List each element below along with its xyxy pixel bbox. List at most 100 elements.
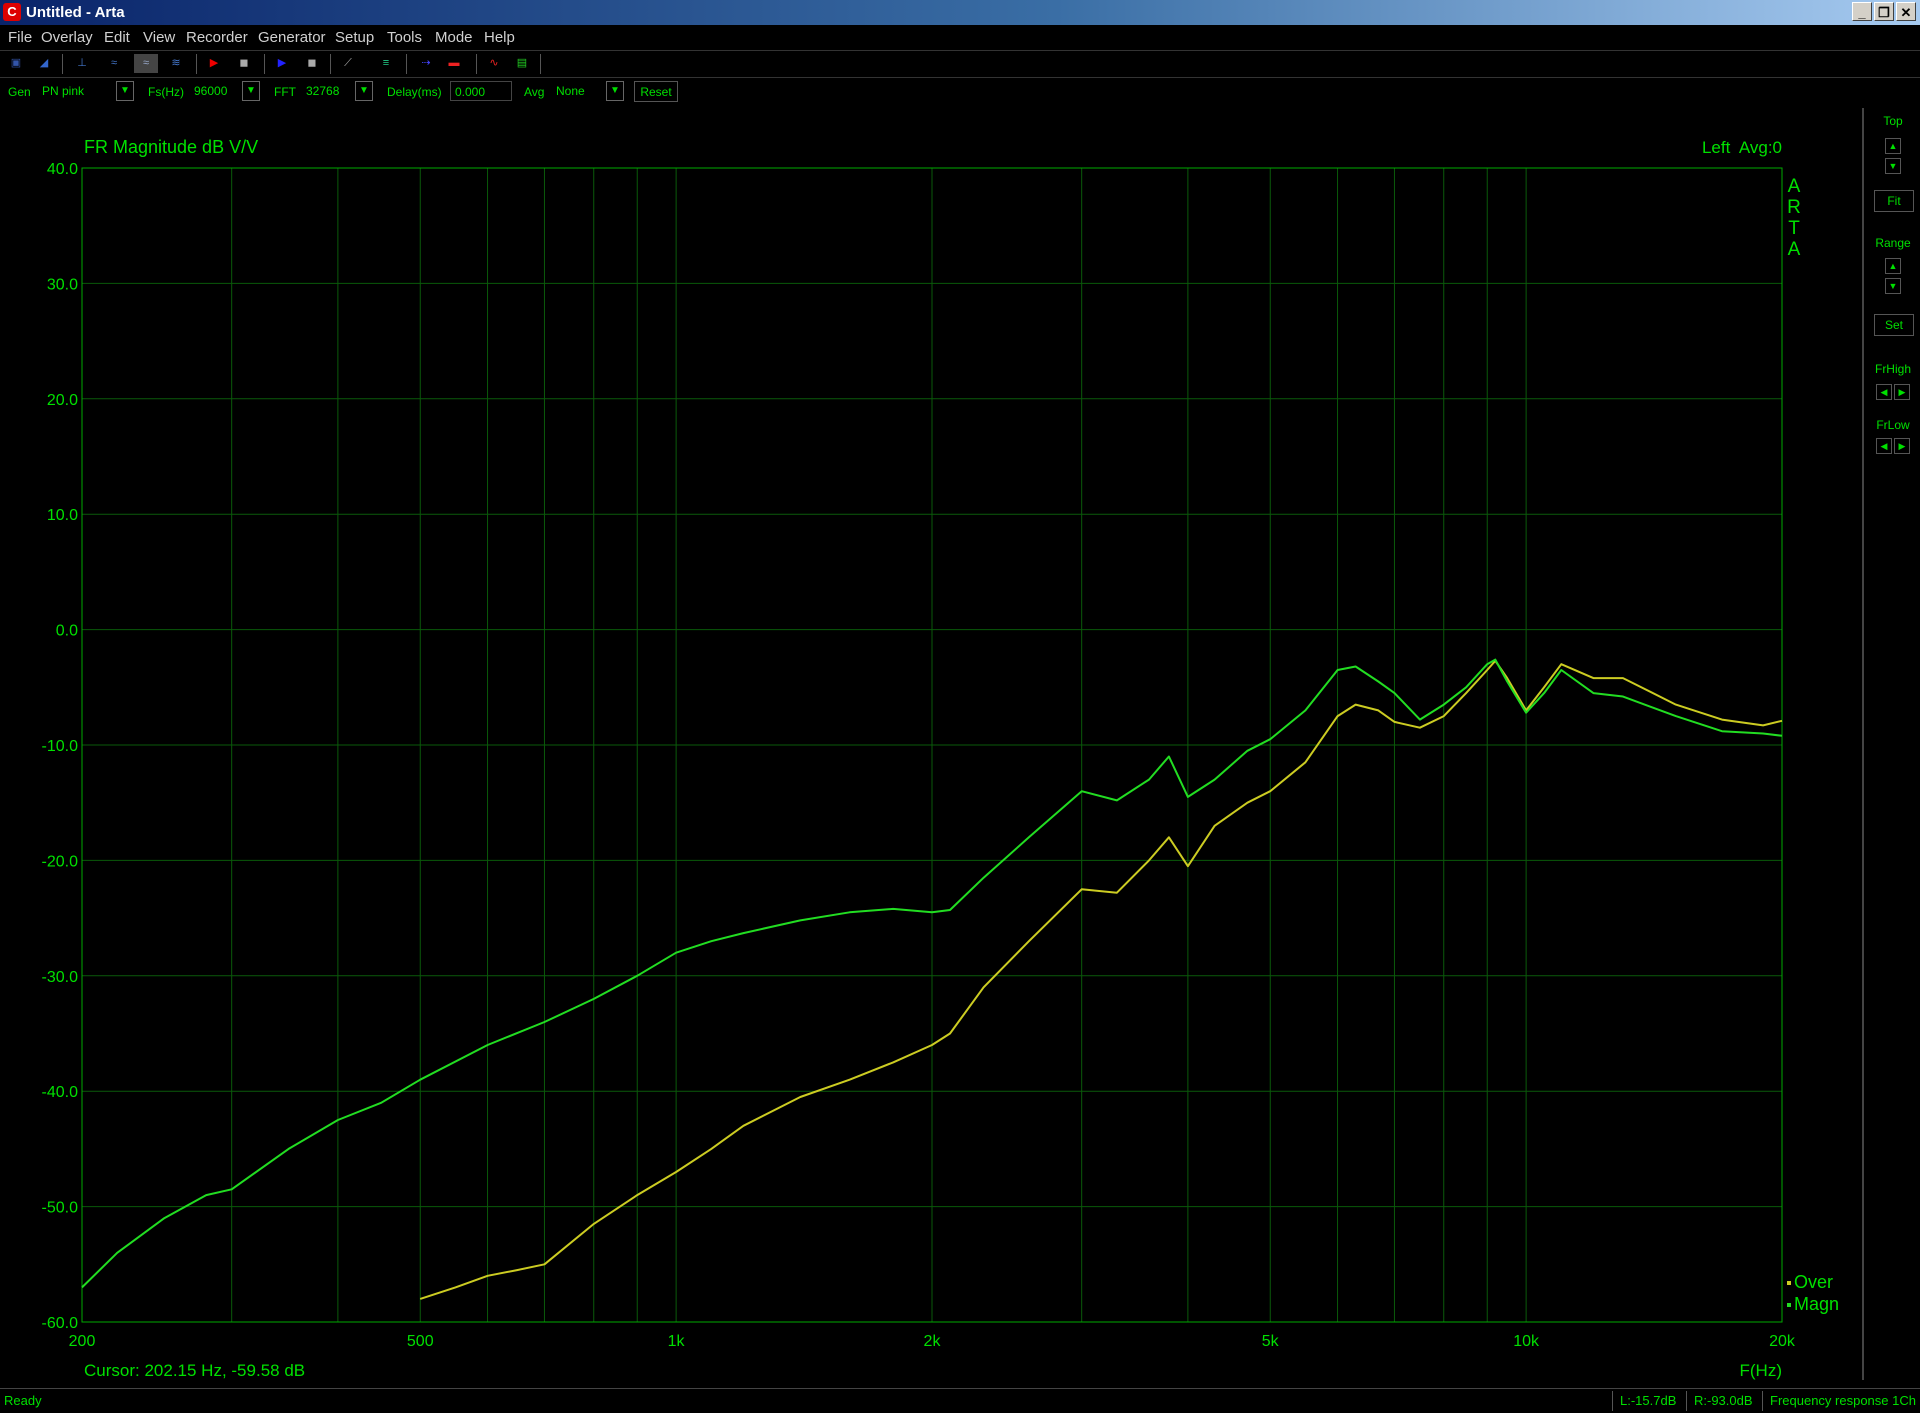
control-bar: Gen PN pink ▼ Fs(Hz) 96000 ▼ FFT 32768 ▼… [0, 78, 1920, 106]
y-tick-label: 10.0 [47, 507, 78, 524]
menu-help[interactable]: Help [484, 29, 515, 46]
scale-icon[interactable]: ⟋ [336, 54, 360, 73]
fit-button[interactable]: Fit [1874, 190, 1914, 212]
delay-input[interactable]: 0.000 [450, 81, 512, 101]
overlay-add-icon[interactable]: ⇢ [414, 54, 438, 73]
series-line-over [419, 659, 1783, 1300]
fft-dropdown-icon[interactable]: ▼ [355, 81, 373, 101]
fs-label: Fs(Hz) [148, 85, 184, 99]
curve-icon[interactable]: ∿ [482, 54, 506, 73]
y-tick-label: 40.0 [47, 161, 78, 178]
y-tick-label: -50.0 [42, 1200, 79, 1217]
y-tick-label: -30.0 [42, 969, 79, 986]
legend-swatch-over [1787, 1281, 1791, 1285]
menu-overlay[interactable]: Overlay [41, 29, 93, 46]
menu-generator[interactable]: Generator [258, 29, 326, 46]
y-tick-labels: 40.0 30.0 20.0 10.0 0.0 -10.0 -20.0 -30.0 -40.0 -… [42, 161, 79, 1332]
x-tick-labels: 200 500 1k 2k 5k 10k 20k [69, 1333, 1796, 1350]
legend-label-over: Over [1794, 1272, 1833, 1292]
range-label: Range [1875, 236, 1911, 250]
reset-button[interactable]: Reset [634, 81, 678, 102]
status-right-level: R:-93.0dB [1694, 1393, 1753, 1408]
menu-file[interactable]: File [8, 29, 32, 46]
graph-icon[interactable]: ▤ [510, 54, 534, 73]
new-file-icon[interactable]: ▣ [4, 54, 28, 73]
frlow-left-icon[interactable]: ◀ [1876, 438, 1892, 454]
fft-select[interactable]: 32768 [302, 81, 352, 101]
status-mode: Frequency response 1Ch [1770, 1393, 1916, 1408]
status-ready: Ready [4, 1393, 42, 1408]
arta-watermark: ARTA [1787, 176, 1801, 260]
chart-legend: OverMagn [1787, 1272, 1839, 1314]
top-down-icon[interactable]: ▼ [1885, 158, 1901, 174]
frhigh-label: FrHigh [1874, 362, 1911, 376]
cursor-readout: Cursor: 202.15 Hz, -59.58 dB [84, 1361, 305, 1380]
avg-dropdown-icon[interactable]: ▼ [606, 81, 624, 101]
top-label: Top [1883, 114, 1903, 128]
status-bar: Ready L:-15.7dB R:-93.0dB Frequency resp… [0, 1388, 1920, 1413]
range-up-icon[interactable]: ▲ [1885, 258, 1901, 274]
generator-play-icon[interactable]: ▶ [270, 54, 294, 73]
fs-select[interactable]: 96000 [190, 81, 240, 101]
overlay-manage-icon[interactable]: ▬ [442, 54, 466, 73]
y-tick-label: -60.0 [42, 1315, 79, 1332]
x-tick-label: 5k [1262, 1333, 1280, 1350]
restore-button[interactable]: ❐ [1874, 2, 1894, 21]
chart-grid [82, 167, 1782, 1323]
menu-view[interactable]: View [143, 29, 175, 46]
toolbar: ▣ ◢ ⊥ ≈ ≈ ≋ ▶ ◼ ▶ ◼ ⟋ ≡ ⇢ ▬ ∿ ▤ [0, 50, 1920, 78]
app-icon[interactable]: C [3, 3, 21, 21]
watermark-letter: T [1788, 218, 1800, 239]
title-bar: C Untitled - Arta _ ❐ ✕ [0, 0, 1920, 25]
smoothing-icon[interactable]: ≡ [374, 54, 398, 73]
legend-swatch-magn [1787, 1303, 1791, 1307]
gen-dropdown-icon[interactable]: ▼ [116, 81, 134, 101]
generator-stop-icon[interactable]: ◼ [300, 54, 324, 73]
frhigh-left-icon[interactable]: ◀ [1876, 384, 1892, 400]
gen-label: Gen [8, 85, 31, 99]
status-left-level: L:-15.7dB [1620, 1393, 1677, 1408]
right-control-panel: Top ▲ ▼ Fit Range ▲ ▼ Set FrHigh ◀ ▶ FrL… [1862, 108, 1920, 1380]
menu-setup[interactable]: Setup [335, 29, 374, 46]
y-tick-label: 20.0 [47, 392, 78, 409]
x-tick-label: 2k [924, 1333, 942, 1350]
delay-label: Delay(ms) [387, 85, 442, 99]
fft-label: FFT [274, 85, 296, 99]
record-play-icon[interactable]: ▶ [202, 54, 226, 73]
x-tick-label: 1k [668, 1333, 686, 1350]
spa-mode-icon[interactable]: ≋ [164, 54, 188, 73]
freq-mode-icon[interactable]: ≈ [102, 54, 126, 73]
menu-edit[interactable]: Edit [104, 29, 130, 46]
watermark-letter: R [1787, 197, 1801, 218]
record-stop-icon[interactable]: ◼ [232, 54, 256, 73]
avg-select[interactable]: None [552, 81, 602, 101]
menu-mode[interactable]: Mode [435, 29, 473, 46]
top-up-icon[interactable]: ▲ [1885, 138, 1901, 154]
menu-tools[interactable]: Tools [387, 29, 422, 46]
range-down-icon[interactable]: ▼ [1885, 278, 1901, 294]
menu-bar: File Overlay Edit View Recorder Generato… [0, 25, 1920, 50]
chart-title: FR Magnitude dB V/V [84, 137, 258, 157]
gen-select[interactable]: PN pink [38, 81, 114, 101]
fr1-mode-icon[interactable]: ≈ [134, 54, 158, 73]
x-tick-label: 200 [69, 1333, 96, 1350]
frlow-right-icon[interactable]: ▶ [1894, 438, 1910, 454]
minimize-button[interactable]: _ [1852, 2, 1872, 21]
close-button[interactable]: ✕ [1896, 2, 1916, 21]
fs-dropdown-icon[interactable]: ▼ [242, 81, 260, 101]
y-tick-label: -20.0 [42, 853, 79, 870]
open-file-icon[interactable]: ◢ [32, 54, 56, 73]
watermark-letter: A [1788, 239, 1801, 260]
avg-label: Avg [524, 85, 545, 99]
impulse-mode-icon[interactable]: ⊥ [70, 54, 94, 73]
y-tick-label: -40.0 [42, 1084, 79, 1101]
y-tick-label: 30.0 [47, 276, 78, 293]
y-tick-label: 0.0 [56, 623, 78, 640]
frhigh-right-icon[interactable]: ▶ [1894, 384, 1910, 400]
set-button[interactable]: Set [1874, 314, 1914, 336]
y-tick-label: -10.0 [42, 738, 79, 755]
window-title: Untitled - Arta [26, 4, 125, 21]
watermark-letter: A [1788, 176, 1801, 197]
x-tick-label: 20k [1769, 1333, 1796, 1350]
menu-recorder[interactable]: Recorder [186, 29, 248, 46]
